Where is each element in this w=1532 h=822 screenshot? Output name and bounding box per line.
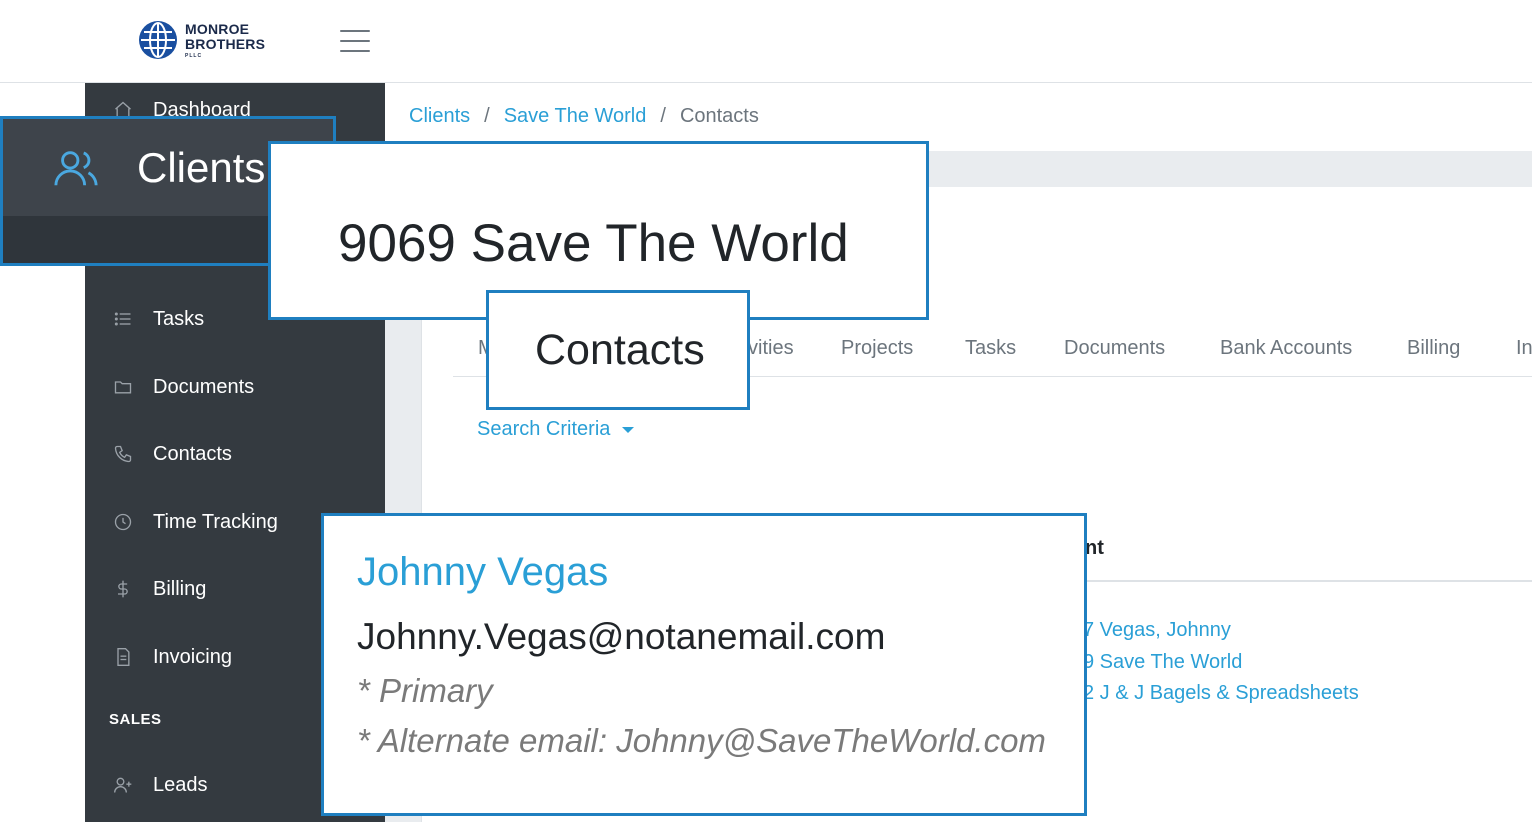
tab-activities[interactable]: vities [748,337,794,360]
client-link[interactable]: 2 J & J Bagels & Spreadsheets [1083,678,1359,710]
sidebar-item-label: Invoicing [153,645,232,668]
search-criteria-label: Search Criteria [477,418,611,440]
hamburger-line [340,40,370,42]
sidebar-item-label: Documents [153,375,255,398]
page-title: 9069 Save The World [338,214,849,273]
brand-logo[interactable]: MONROE BROTHERS PLLC [138,20,265,60]
dollar-icon [112,578,134,600]
tab-tasks[interactable]: Tasks [965,337,1016,360]
globe-icon [139,21,177,59]
caret-down-icon [622,426,635,433]
breadcrumb-client-link[interactable]: Save The World [504,105,647,128]
hamburger-line [340,50,370,52]
tab-invoicing[interactable]: In [1516,337,1532,360]
brand-line-2: BROTHERS [185,35,266,52]
sidebar-item-label: Leads [153,773,208,796]
brand-name: MONROE BROTHERS PLLC [185,20,266,59]
contact-client-list: 7 Vegas, Johnny 9 Save The World 2 J & J… [1083,615,1359,710]
phone-icon [112,443,134,465]
hamburger-line [340,30,370,32]
table-column-header: nt [1085,537,1104,559]
contact-email: Johnny.Vegas@notanemail.com [357,616,886,657]
sidebar-item-documents[interactable]: Documents [85,362,385,412]
callout-contact-card: Johnny Vegas Johnny.Vegas@notanemail.com… [321,513,1087,816]
file-icon [112,646,134,668]
brand-line-1: MONROE [185,20,250,37]
breadcrumb-separator: / [484,105,490,127]
tab-bank-accounts[interactable]: Bank Accounts [1220,337,1352,360]
brand-line-3: PLLC [185,52,203,59]
callout-contacts-tab: Contacts [486,290,750,410]
tab-documents[interactable]: Documents [1064,337,1165,360]
sidebar-item-label: Tasks [153,307,205,330]
tab-projects[interactable]: Projects [841,337,913,360]
users-icon [54,150,98,185]
top-bar: MONROE BROTHERS PLLC [0,0,1532,83]
sidebar-section-sales: SALES [109,711,162,728]
sidebar-item-label: Clients [137,143,266,191]
user-plus-icon [112,774,134,796]
contact-note-primary: * Primary [357,672,493,709]
contact-name-link[interactable]: Johnny Vegas [357,550,608,595]
client-link[interactable]: 9 Save The World [1083,647,1359,679]
search-criteria-toggle[interactable]: Search Criteria [477,418,635,441]
breadcrumb-current: Contacts [679,105,759,127]
sidebar-item-contacts[interactable]: Contacts [85,429,385,479]
breadcrumb-separator: / [660,105,666,127]
tab-contacts[interactable]: Contacts [535,326,705,375]
list-icon [112,308,134,330]
sidebar-item-label: Time Tracking [153,510,278,533]
breadcrumb: Clients / Save The World / Contacts [409,105,759,128]
sidebar-item-label: Contacts [153,442,232,465]
clock-icon [112,511,134,533]
table-header-divider [1075,580,1532,582]
contact-note-alternate: * Alternate email: Johnny@SaveTheWorld.c… [357,722,1046,759]
sidebar-item-label: Billing [153,577,207,600]
menu-toggle-button[interactable] [340,28,370,54]
tab-billing[interactable]: Billing [1407,337,1460,360]
folder-icon [112,376,134,398]
client-link[interactable]: 7 Vegas, Johnny [1083,615,1359,647]
breadcrumb-clients-link[interactable]: Clients [409,105,470,128]
